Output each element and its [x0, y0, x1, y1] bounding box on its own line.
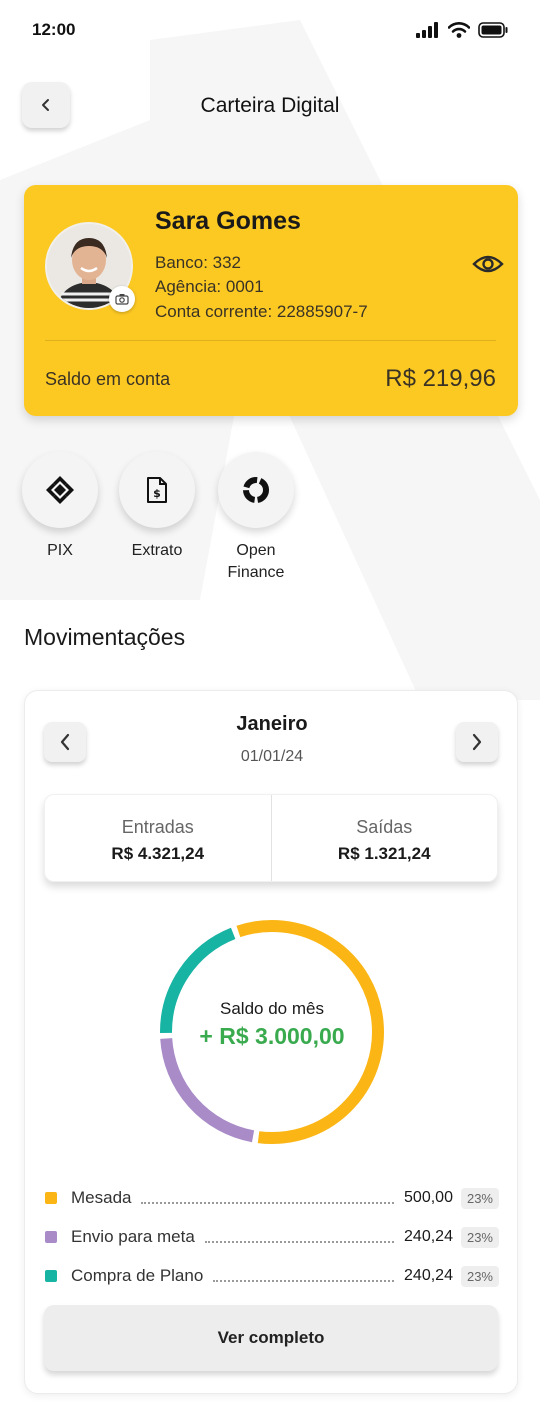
legend-percent-badge: 23% — [460, 1226, 499, 1248]
action-open-finance[interactable]: Open Finance — [216, 452, 296, 584]
legend-percent-badge: 23% — [460, 1187, 499, 1209]
open-finance-button[interactable] — [218, 452, 294, 528]
next-month-button[interactable] — [456, 722, 498, 762]
status-icons — [416, 22, 508, 38]
account-card: Sara Gomes Banco: 332 Agência: 0001 Cont… — [24, 185, 518, 416]
pix-button[interactable] — [22, 452, 98, 528]
legend-percent-badge: 23% — [460, 1265, 499, 1287]
month-balance-value: + R$ 3.000,00 — [199, 1023, 345, 1049]
legend-color-swatch — [45, 1231, 57, 1243]
expense-label: Saídas — [356, 817, 413, 837]
action-extrato[interactable]: $ Extrato — [117, 452, 197, 562]
header: Carteira Digital — [0, 82, 540, 130]
legend-amount: 500,00 — [404, 1189, 453, 1206]
account-holder-name: Sara Gomes — [155, 207, 301, 235]
account-number: Conta corrente: 22885907-7 — [155, 302, 368, 321]
status-bar: 12:00 — [0, 0, 540, 60]
open-finance-label: Open Finance — [227, 542, 285, 581]
pix-icon — [46, 476, 74, 504]
expense-column: Saídas R$ 1.321,24 — [270, 795, 498, 881]
bank-number: Banco: 332 — [155, 253, 242, 272]
legend-color-swatch — [45, 1192, 57, 1204]
receipt-icon: $ — [147, 477, 167, 503]
action-pix[interactable]: PIX — [20, 452, 100, 562]
pix-label: PIX — [47, 542, 73, 559]
balance-label: Saldo em conta — [45, 369, 171, 389]
expense-value: R$ 1.321,24 — [337, 844, 431, 863]
legend-row: Envio para meta 240,24 23% — [45, 1225, 499, 1249]
page-title: Carteira Digital — [200, 94, 340, 117]
legend-row: Compra de Plano 240,24 23% — [45, 1264, 499, 1288]
battery-icon — [478, 22, 508, 38]
status-time: 12:00 — [32, 20, 76, 39]
balance-value: R$ 219,96 — [385, 365, 496, 392]
open-finance-icon — [243, 477, 269, 503]
card-divider — [45, 340, 496, 341]
legend-name: Compra de Plano — [71, 1266, 204, 1285]
legend-color-swatch — [45, 1270, 57, 1282]
month-name: Janeiro — [236, 713, 308, 735]
legend-amount: 240,24 — [404, 1267, 453, 1284]
income-label: Entradas — [121, 817, 194, 837]
extrato-button[interactable]: $ — [119, 452, 195, 528]
signal-icon — [416, 22, 438, 38]
legend-name: Mesada — [71, 1188, 132, 1207]
agency-number: Agência: 0001 — [155, 277, 264, 296]
chevron-right-icon — [472, 733, 482, 751]
month-balance-label: Saldo do mês — [220, 999, 324, 1018]
movements-title: Movimentações — [24, 624, 186, 650]
month-date: 01/01/24 — [240, 748, 304, 765]
legend-leader — [213, 1270, 395, 1282]
income-value: R$ 4.321,24 — [111, 844, 205, 863]
legend-amount: 240,24 — [404, 1228, 453, 1245]
eye-icon[interactable] — [472, 251, 504, 277]
legend-leader — [141, 1192, 395, 1204]
avatar[interactable] — [45, 222, 135, 312]
svg-text:$: $ — [153, 487, 161, 500]
movements-card: Janeiro 01/01/24 Entradas R$ 4.321,24 Sa… — [24, 690, 518, 1394]
legend-row: Mesada 500,00 23% — [45, 1186, 499, 1210]
income-column: Entradas R$ 4.321,24 — [45, 795, 271, 881]
see-full-button[interactable]: Ver completo — [44, 1305, 498, 1371]
cash-flow-summary: Entradas R$ 4.321,24 Saídas R$ 1.321,24 — [44, 794, 498, 882]
donut-segment-1 — [160, 1038, 255, 1143]
extrato-label: Extrato — [131, 542, 183, 559]
wifi-icon — [448, 22, 470, 38]
donut-center: Saldo do mês + R$ 3.000,00 — [156, 999, 388, 1050]
legend-name: Envio para meta — [71, 1227, 195, 1246]
legend-leader — [204, 1231, 395, 1243]
camera-icon[interactable] — [109, 286, 135, 312]
